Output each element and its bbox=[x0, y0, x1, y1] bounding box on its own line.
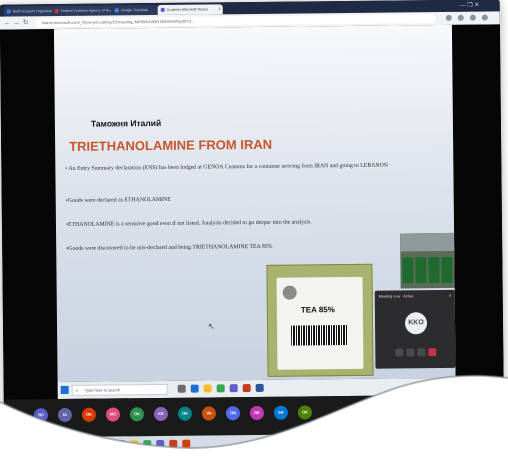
page-curl-overlay bbox=[0, 374, 508, 461]
curl-white-fill bbox=[0, 375, 508, 461]
